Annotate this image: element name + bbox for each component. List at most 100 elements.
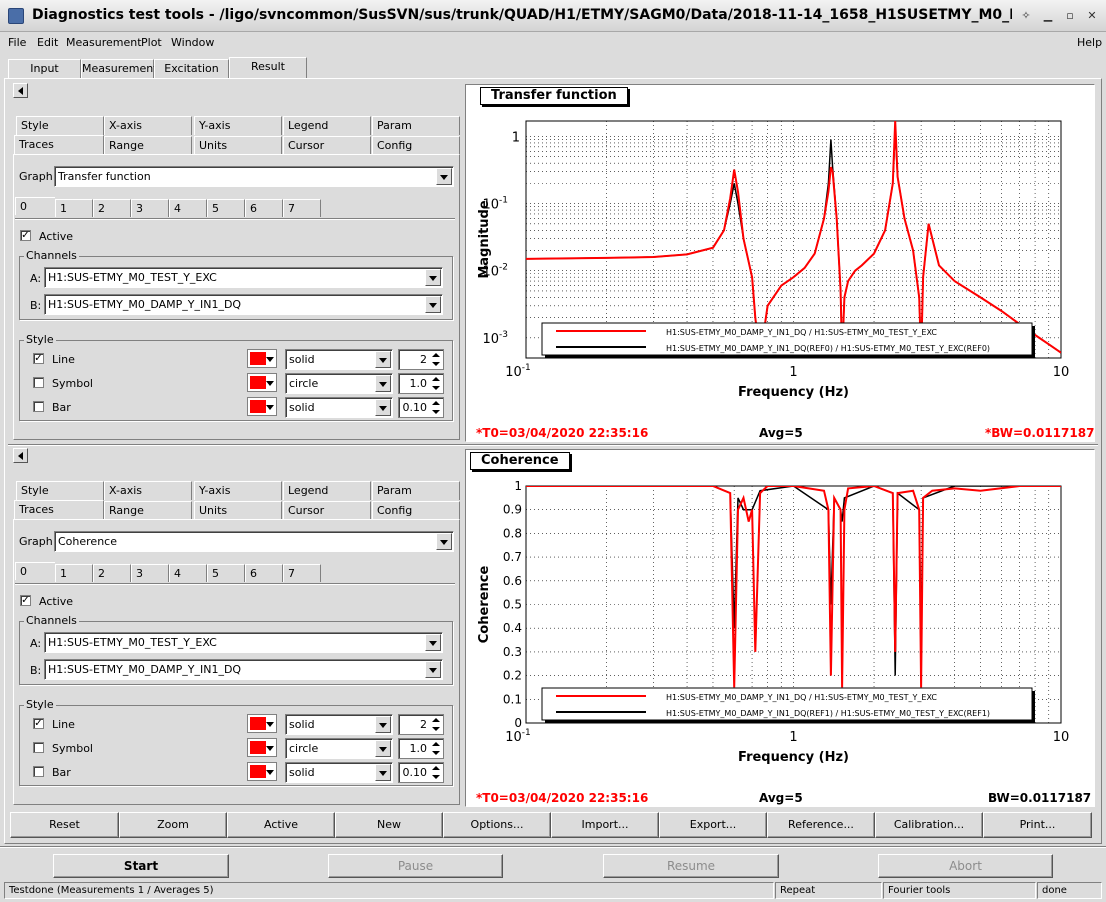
spin-up-icon[interactable] — [430, 740, 442, 749]
menu-file[interactable]: File — [8, 36, 26, 49]
spin-down-icon[interactable] — [430, 725, 442, 734]
line-style-select[interactable]: solid — [285, 349, 393, 370]
graph-select[interactable]: Transfer function — [54, 166, 454, 187]
trace-tab-5[interactable]: 5 — [207, 564, 245, 582]
abort-button[interactable]: Abort — [878, 854, 1053, 878]
subtab-x-axis[interactable]: X-axis — [104, 116, 192, 135]
line-checkbox[interactable]: ✓ — [33, 353, 44, 364]
bar-width-spinner[interactable]: 0.10 — [398, 762, 444, 783]
resume-button[interactable]: Resume — [603, 854, 779, 878]
subtab-style[interactable]: Style — [16, 116, 104, 135]
menu-help[interactable]: Help — [1077, 36, 1102, 49]
symbol-color-picker[interactable] — [247, 373, 277, 392]
coherence-chart[interactable]: 00.10.20.30.40.50.60.70.80.9110-1 1 10Freq… — [466, 450, 1094, 806]
subtab-units[interactable]: Units — [194, 136, 282, 155]
spin-up-icon[interactable] — [430, 351, 442, 360]
symbol-checkbox[interactable] — [33, 377, 44, 388]
active-checkbox[interactable]: ✓ — [20, 595, 31, 606]
pause-button[interactable]: Pause — [328, 854, 503, 878]
spin-up-icon[interactable] — [430, 375, 442, 384]
trace-tab-6[interactable]: 6 — [245, 564, 283, 582]
plot-pad-2[interactable]: 0 0.1 0.2 0.3 0.4 0.5 0.6 0.7 0.8 0.9 1 10-1 1 10 Freq… — [465, 449, 1095, 807]
export-button[interactable]: Export... — [659, 812, 767, 838]
menu-measurement[interactable]: Measurement — [66, 36, 142, 49]
graph-select[interactable]: Coherence — [54, 531, 454, 552]
bar-checkbox[interactable] — [33, 401, 44, 412]
subtab-traces[interactable]: Traces — [14, 135, 104, 154]
symbol-color-picker[interactable] — [247, 738, 277, 757]
menu-plot[interactable]: Plot — [141, 36, 162, 49]
spin-down-icon[interactable] — [430, 360, 442, 369]
trace-tab-3[interactable]: 3 — [131, 564, 169, 582]
spin-up-icon[interactable] — [430, 399, 442, 408]
tab-result[interactable]: Result — [229, 57, 307, 78]
maximize-icon[interactable]: ▫ — [1062, 8, 1078, 24]
active-checkbox[interactable]: ✓ — [20, 230, 31, 241]
plot-pad-1[interactable]: 10-3 10-2 10-1 1 10-1 1 10 Frequency (Hz) Magnit… — [465, 84, 1095, 442]
reset-button[interactable]: Reset — [10, 812, 119, 838]
trace-tab-0[interactable]: 0 — [15, 197, 55, 215]
trace-tab-3[interactable]: 3 — [131, 199, 169, 217]
bar-width-spinner[interactable]: 0.10 — [398, 397, 444, 418]
channel-b-select[interactable]: H1:SUS-ETMY_M0_DAMP_Y_IN1_DQ — [44, 294, 443, 315]
bar-color-picker[interactable] — [247, 397, 277, 416]
subtab-x-axis[interactable]: X-axis — [104, 481, 192, 500]
symbol-checkbox[interactable] — [33, 742, 44, 753]
subtab-cursor[interactable]: Cursor — [283, 136, 371, 155]
trace-tab-2[interactable]: 2 — [93, 199, 131, 217]
pin-icon[interactable]: ✧ — [1018, 8, 1034, 24]
tab-excitation[interactable]: Excitation — [154, 59, 229, 78]
subtab-units[interactable]: Units — [194, 501, 282, 520]
channel-a-select[interactable]: H1:SUS-ETMY_M0_TEST_Y_EXC — [44, 632, 443, 653]
tab-input[interactable]: Input — [8, 59, 81, 78]
trace-tab-0[interactable]: 0 — [15, 562, 55, 580]
active-button[interactable]: Active — [227, 812, 335, 838]
title-bar[interactable]: Diagnostics test tools - /ligo/svncommon… — [0, 0, 1106, 32]
import-button[interactable]: Import... — [551, 812, 659, 838]
line-width-spinner[interactable]: 2 — [398, 714, 444, 735]
transfer-function-chart[interactable]: 10-310-210-1110-1 1 10Frequency (Hz)Magnit… — [466, 85, 1094, 441]
collapse-arrow-icon[interactable] — [13, 448, 28, 463]
trace-tab-5[interactable]: 5 — [207, 199, 245, 217]
menu-window[interactable]: Window — [171, 36, 214, 49]
line-style-select[interactable]: solid — [285, 714, 393, 735]
start-button[interactable]: Start — [53, 854, 229, 878]
trace-tab-6[interactable]: 6 — [245, 199, 283, 217]
subtab-y-axis[interactable]: Y-axis — [194, 481, 282, 500]
calibration-button[interactable]: Calibration... — [875, 812, 983, 838]
subtab-param[interactable]: Param — [372, 481, 460, 500]
pane-splitter[interactable] — [8, 444, 1098, 446]
spin-up-icon[interactable] — [430, 764, 442, 773]
zoom-button[interactable]: Zoom — [119, 812, 227, 838]
tab-measurement[interactable]: Measurement — [81, 59, 158, 78]
symbol-size-spinner[interactable]: 1.0 — [398, 373, 444, 394]
spin-down-icon[interactable] — [430, 773, 442, 782]
bar-style-select[interactable]: solid — [285, 397, 393, 418]
subtab-range[interactable]: Range — [104, 136, 192, 155]
spin-down-icon[interactable] — [430, 384, 442, 393]
subtab-config[interactable]: Config — [372, 136, 460, 155]
reference-button[interactable]: Reference... — [767, 812, 875, 838]
new-button[interactable]: New — [335, 812, 443, 838]
trace-tab-4[interactable]: 4 — [169, 564, 207, 582]
spin-up-icon[interactable] — [430, 716, 442, 725]
trace-tab-2[interactable]: 2 — [93, 564, 131, 582]
subtab-legend[interactable]: Legend — [283, 481, 371, 500]
trace-tab-7[interactable]: 7 — [283, 199, 321, 217]
trace-tab-1[interactable]: 1 — [55, 199, 93, 217]
line-width-spinner[interactable]: 2 — [398, 349, 444, 370]
subtab-style[interactable]: Style — [16, 481, 104, 500]
channel-a-select[interactable]: H1:SUS-ETMY_M0_TEST_Y_EXC — [44, 267, 443, 288]
channel-b-select[interactable]: H1:SUS-ETMY_M0_DAMP_Y_IN1_DQ — [44, 659, 443, 680]
symbol-style-select[interactable]: circle — [285, 373, 393, 394]
spin-down-icon[interactable] — [430, 408, 442, 417]
subtab-legend[interactable]: Legend — [283, 116, 371, 135]
print-button[interactable]: Print... — [983, 812, 1092, 838]
bar-style-select[interactable]: solid — [285, 762, 393, 783]
subtab-y-axis[interactable]: Y-axis — [194, 116, 282, 135]
subtab-config[interactable]: Config — [372, 501, 460, 520]
menu-edit[interactable]: Edit — [37, 36, 58, 49]
symbol-style-select[interactable]: circle — [285, 738, 393, 759]
line-color-picker[interactable] — [247, 714, 277, 733]
spin-down-icon[interactable] — [430, 749, 442, 758]
